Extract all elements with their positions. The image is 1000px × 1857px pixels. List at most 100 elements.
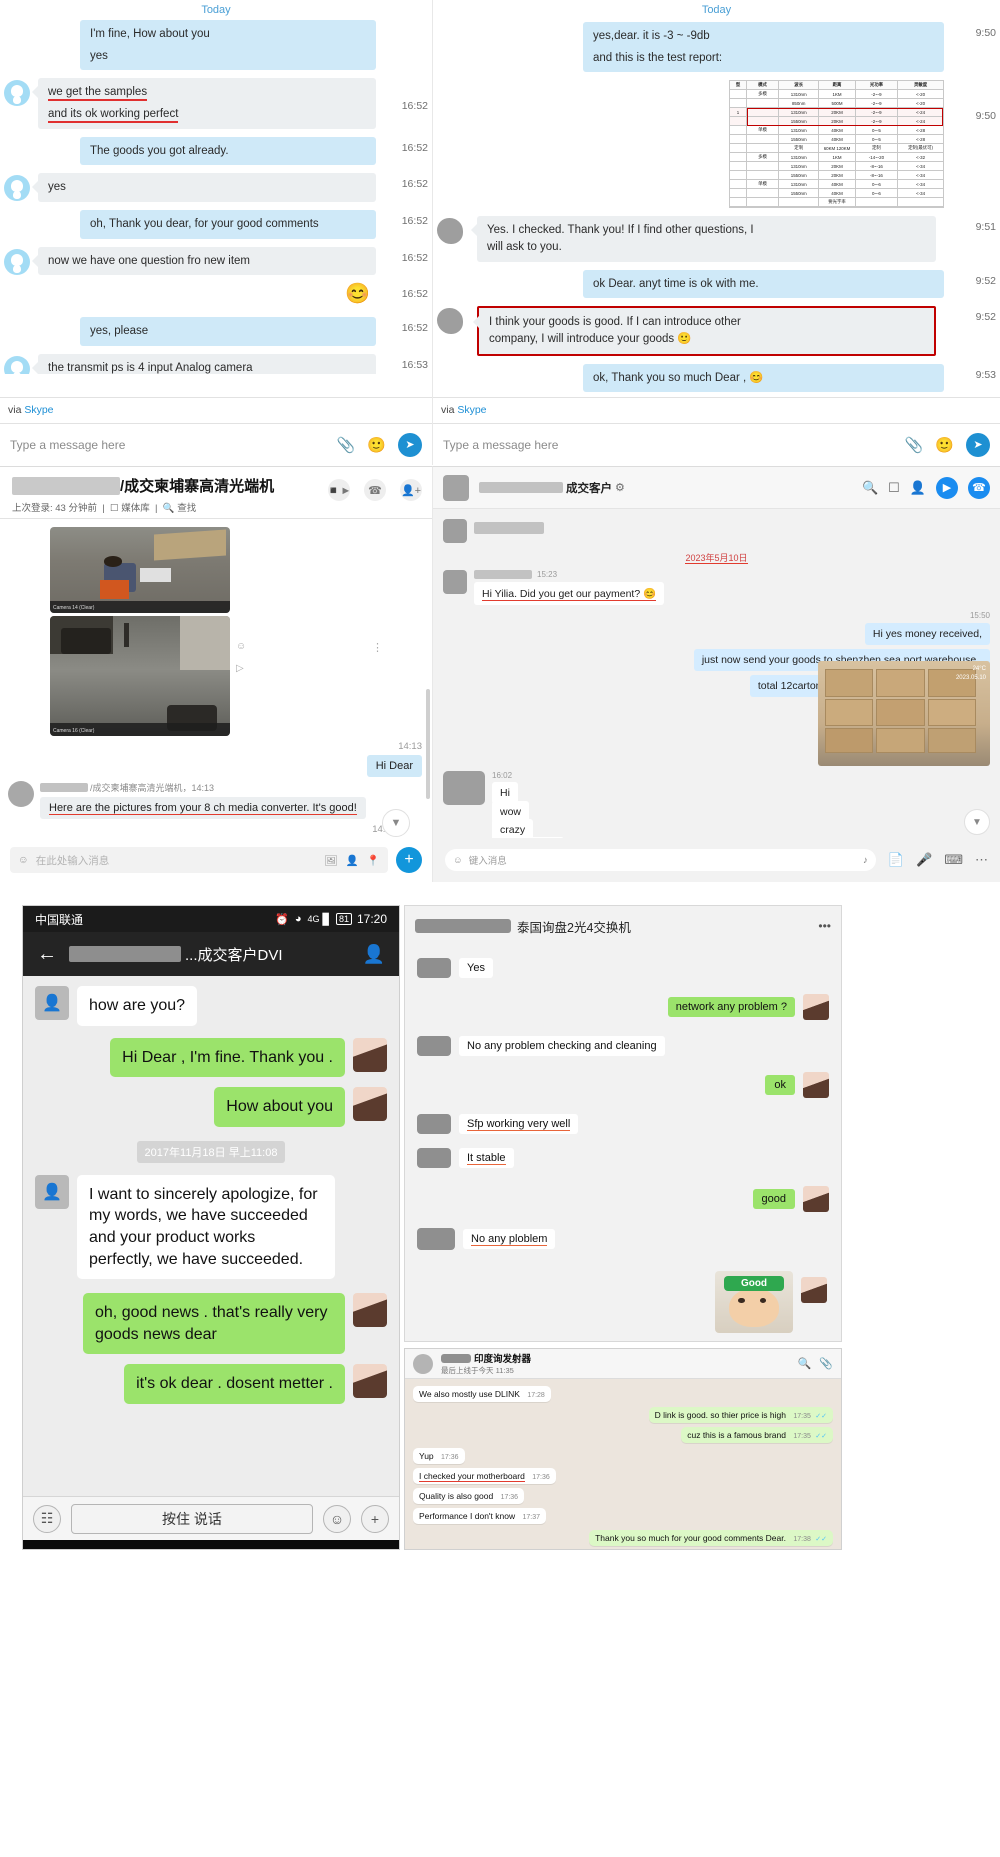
- search-icon[interactable]: 🔍: [798, 1357, 812, 1370]
- report-table-cell: [730, 99, 748, 108]
- emoji-icon[interactable]: ☺: [453, 855, 463, 866]
- message-input[interactable]: Type a message here: [443, 438, 558, 452]
- media-library-icon[interactable]: ☐: [110, 503, 119, 514]
- chat-bubble-outgoing: Hi Dear , I'm fine. Thank you .: [110, 1037, 345, 1078]
- attach-icon[interactable]: 📎: [905, 436, 924, 454]
- message-more-icon[interactable]: ⋮: [372, 641, 383, 654]
- report-table-cell: [730, 126, 748, 135]
- more-icon[interactable]: •••: [818, 919, 831, 933]
- send-button[interactable]: ➤: [398, 432, 422, 457]
- chat-title: ...成交客户DVI: [69, 944, 351, 965]
- message-timestamp: 16:52: [401, 141, 428, 154]
- scroll-down-button[interactable]: ▼: [964, 809, 990, 835]
- report-table-cell: [856, 198, 899, 207]
- skype-link[interactable]: Skype: [24, 404, 53, 416]
- location-icon[interactable]: 📍: [367, 854, 380, 867]
- message-row: No any ploblem: [417, 1228, 829, 1250]
- message-text: I think your goods is good. If I can int…: [489, 316, 741, 329]
- qq-header: 成交客户 ⚙ 🔍 ☐ 👤 ▶ ☎: [433, 467, 1000, 509]
- message-reaction-icon[interactable]: ☺: [236, 641, 246, 652]
- message-text: Hi Yilia. Did you get our payment? 😊: [482, 588, 657, 601]
- add-button[interactable]: +: [396, 847, 422, 873]
- report-table-cell: [747, 198, 779, 207]
- report-table-cell: [898, 198, 943, 206]
- message-row: 14:13 Hi Dear: [366, 741, 422, 777]
- find-label[interactable]: 查找: [177, 503, 196, 514]
- add-person-icon[interactable]: 👤+: [400, 479, 422, 501]
- report-table-cell: <-32: [916, 154, 926, 160]
- attach-icon[interactable]: 📎: [337, 436, 356, 454]
- plus-icon[interactable]: +: [361, 1504, 389, 1533]
- voice-icon[interactable]: ♪: [863, 855, 868, 866]
- report-table-cell: -2~-9: [856, 99, 899, 108]
- send-button[interactable]: ➤: [966, 432, 990, 457]
- keyboard-icon[interactable]: ⌨: [944, 852, 963, 868]
- message-input[interactable]: Type a message here: [10, 438, 125, 452]
- keyboard-icon[interactable]: ☷: [33, 1504, 61, 1533]
- contact-name: 成交客户: [566, 482, 612, 495]
- phone-icon[interactable]: ☎: [364, 479, 386, 501]
- more-icon[interactable]: ⋯: [975, 852, 988, 868]
- avatar: [443, 474, 469, 501]
- message-row: network any problem ?: [417, 994, 829, 1020]
- wechat-desktop-header: /成交柬埔寨高清光端机 上次登录: 43 分钟前 | ☐ 媒体库 | 🔍 查找 …: [0, 467, 432, 519]
- search-icon[interactable]: 🔍: [862, 480, 878, 496]
- video-call-button[interactable]: ▶: [936, 476, 958, 499]
- redacted-text: [474, 522, 544, 534]
- report-table-cell: [730, 180, 748, 189]
- skype-right-input-bar[interactable]: Type a message here 📎 🙂 ➤: [433, 423, 1000, 465]
- contact-name-text: 印度询发射器: [474, 1354, 532, 1365]
- message-forward-icon[interactable]: ▷: [236, 663, 244, 674]
- message-text: Here are the pictures from your 8 ch med…: [49, 802, 357, 815]
- back-button[interactable]: ←: [37, 943, 57, 966]
- search-icon[interactable]: 🔍: [163, 503, 175, 514]
- media-library-label[interactable]: 媒体库: [121, 503, 150, 514]
- emoji-icon[interactable]: ☺: [18, 854, 29, 866]
- report-table-row: 单模 1310nm 40KM 0~-6 <-34: [730, 180, 943, 190]
- message-timestamp: 17:35: [793, 1413, 811, 1420]
- report-table-cell: 1KM: [819, 153, 856, 162]
- avatar: 👤: [35, 986, 69, 1020]
- message-text: I want to sincerely apologize, for my wo…: [89, 1185, 318, 1268]
- emoji-icon[interactable]: 🙂: [935, 436, 954, 454]
- skype-link[interactable]: Skype: [457, 404, 486, 416]
- file-icon[interactable]: 📄: [888, 852, 904, 868]
- image-icon[interactable]: 🖼: [325, 854, 338, 867]
- video-camera-icon[interactable]: ◾►: [327, 479, 351, 501]
- attach-icon[interactable]: 📎: [819, 1357, 833, 1370]
- sticker-image[interactable]: Good: [715, 1271, 793, 1333]
- message-timestamp: 16:52: [401, 288, 428, 301]
- message-text: will ask to you.: [487, 241, 562, 254]
- camera-image-2[interactable]: Camera 16 (Clear): [50, 616, 230, 736]
- emoji-icon[interactable]: ☺: [323, 1504, 351, 1533]
- report-table-row: 1550nm 40KM 0~-5 <-28: [730, 135, 943, 145]
- hold-to-talk-button[interactable]: 按住 说话: [71, 1503, 313, 1534]
- voice-call-button[interactable]: ☎: [968, 476, 990, 499]
- scroll-down-button[interactable]: ▼: [382, 809, 410, 837]
- add-person-icon[interactable]: 👤: [910, 480, 926, 496]
- chat-bubble-incoming-highlighted: I think your goods is good. If I can int…: [473, 306, 936, 356]
- chat-bubble-incoming: No any problem checking and cleaning: [459, 1036, 665, 1056]
- cartons-photo[interactable]: 24°C 2023.05.10: [818, 661, 990, 766]
- gear-icon[interactable]: ⚙: [615, 481, 625, 494]
- mic-icon[interactable]: 🎤: [916, 852, 932, 868]
- screenshot-icon[interactable]: ☐: [888, 480, 900, 496]
- message-text: we get the samples: [48, 86, 148, 102]
- message-text: Yup: [419, 1451, 434, 1461]
- test-report-table-image[interactable]: 型模式 波长 距离 光功率 灵敏度 多模 1310nm 1KM -2~-9 <-20 850nm 50…: [729, 80, 944, 209]
- contact-info-icon[interactable]: 👤: [363, 944, 385, 965]
- report-table-cell: 20KM: [819, 162, 856, 171]
- emoji-icon[interactable]: 🙂: [367, 436, 386, 454]
- message-input[interactable]: ☺ 在此处输入消息 🖼 👤 📍: [10, 847, 388, 873]
- message-row: 15:23 Hi Yilia. Did you get our payment?…: [443, 570, 990, 605]
- report-table-cell: 1550nm: [779, 135, 820, 144]
- camera-image-1[interactable]: Camera 14 (Clear): [50, 527, 230, 613]
- report-table-cell: [747, 135, 779, 144]
- scrollbar[interactable]: [426, 689, 430, 799]
- card-icon[interactable]: 👤: [346, 854, 359, 867]
- wechat-desktop-subtitle: 上次登录: 43 分钟前 | ☐ 媒体库 | 🔍 查找: [12, 500, 420, 514]
- message-input[interactable]: ☺ 键入消息 ♪: [445, 849, 876, 871]
- skype-left-input-bar[interactable]: Type a message here 📎 🙂 ➤: [0, 423, 432, 465]
- message-text: Hi Dear , I'm fine. Thank you .: [122, 1048, 333, 1066]
- avatar: 👤: [35, 1174, 69, 1209]
